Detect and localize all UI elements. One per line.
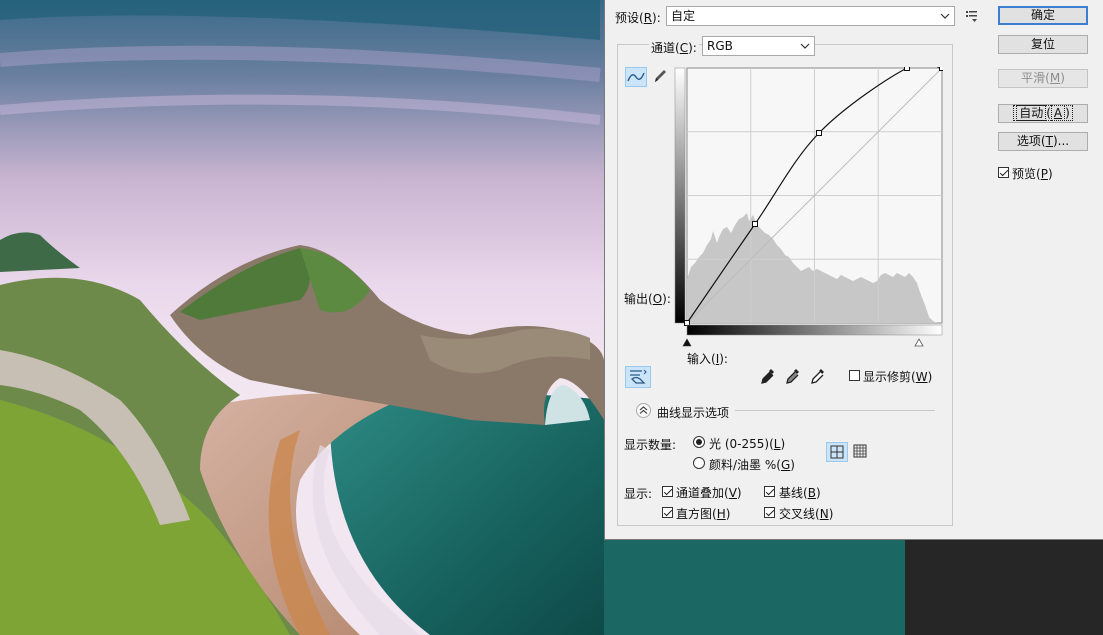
options-button[interactable]: 选项(T)... — [998, 132, 1088, 151]
pencil-icon[interactable] — [650, 67, 672, 87]
preset-options-icon[interactable] — [964, 8, 980, 24]
curve-point-icon[interactable] — [625, 67, 647, 87]
baseline-label: 基线(B) — [779, 486, 821, 500]
light-radio[interactable] — [693, 436, 705, 448]
light-radio-label: 光 (0-255)(L) — [709, 437, 786, 451]
on-image-adjust-icon[interactable] — [625, 366, 651, 388]
channel-value: RGB — [707, 39, 733, 53]
histogram-checkbox[interactable] — [662, 507, 673, 518]
intersection-line-checkbox[interactable] — [764, 507, 775, 518]
input-label: 输入(I): — [687, 352, 728, 366]
curves-dialog: 预设(R): 自定 确定 复位 平滑(M) 自动(A) 选项(T)... 预览(… — [604, 0, 1103, 540]
chevron-down-icon — [800, 37, 810, 62]
white-point-slider-icon — [914, 338, 924, 347]
intersection-line-label: 交叉线(N) — [779, 507, 834, 521]
curve-display-options-label: 曲线显示选项 — [657, 406, 730, 420]
white-point-eyedropper-icon[interactable] — [810, 367, 826, 385]
curve-point[interactable] — [904, 65, 910, 71]
black-point-eyedropper-icon[interactable] — [760, 367, 776, 385]
preview-label: 预览(P) — [1012, 167, 1053, 181]
gray-point-eyedropper-icon[interactable] — [785, 367, 801, 385]
preset-value: 自定 — [671, 9, 696, 23]
pigment-radio-label: 颜料/油墨 %(G) — [709, 458, 795, 472]
channel-label: 通道(C): — [649, 39, 699, 56]
chevron-down-icon — [940, 7, 950, 32]
curve-point[interactable] — [939, 65, 945, 71]
divider — [735, 410, 935, 411]
workspace-background — [905, 540, 1103, 635]
auto-button[interactable]: 自动(A) — [998, 104, 1088, 123]
smooth-button[interactable]: 平滑(M) — [998, 69, 1088, 88]
channel-overlay-checkbox[interactable] — [662, 486, 673, 497]
preview-checkbox[interactable] — [998, 167, 1009, 178]
grid-4x4-icon[interactable] — [826, 442, 848, 462]
black-point-slider-icon — [682, 338, 692, 347]
show-label: 显示: — [624, 487, 653, 501]
collapse-chevron-icon[interactable] — [636, 403, 651, 418]
curve-point[interactable] — [752, 221, 758, 227]
grid-10x10-icon[interactable] — [850, 442, 872, 462]
show-amount-label: 显示数量: — [624, 438, 677, 452]
curve-point[interactable] — [816, 130, 822, 136]
curve-graph[interactable] — [673, 62, 945, 349]
show-clipping-label: 显示修剪(W) — [863, 370, 933, 384]
reset-button[interactable]: 复位 — [998, 35, 1088, 54]
ok-button[interactable]: 确定 — [998, 6, 1088, 25]
pigment-radio[interactable] — [693, 457, 705, 469]
show-clipping-checkbox[interactable] — [849, 370, 860, 381]
baseline-checkbox[interactable] — [764, 486, 775, 497]
channel-overlay-label: 通道叠加(V) — [676, 486, 742, 500]
output-label: 输出(O): — [624, 292, 671, 306]
preset-select[interactable]: 自定 — [666, 6, 955, 26]
channel-select[interactable]: RGB — [702, 36, 815, 56]
preset-label: 预设(R): — [615, 11, 661, 25]
histogram-label: 直方图(H) — [676, 507, 731, 521]
